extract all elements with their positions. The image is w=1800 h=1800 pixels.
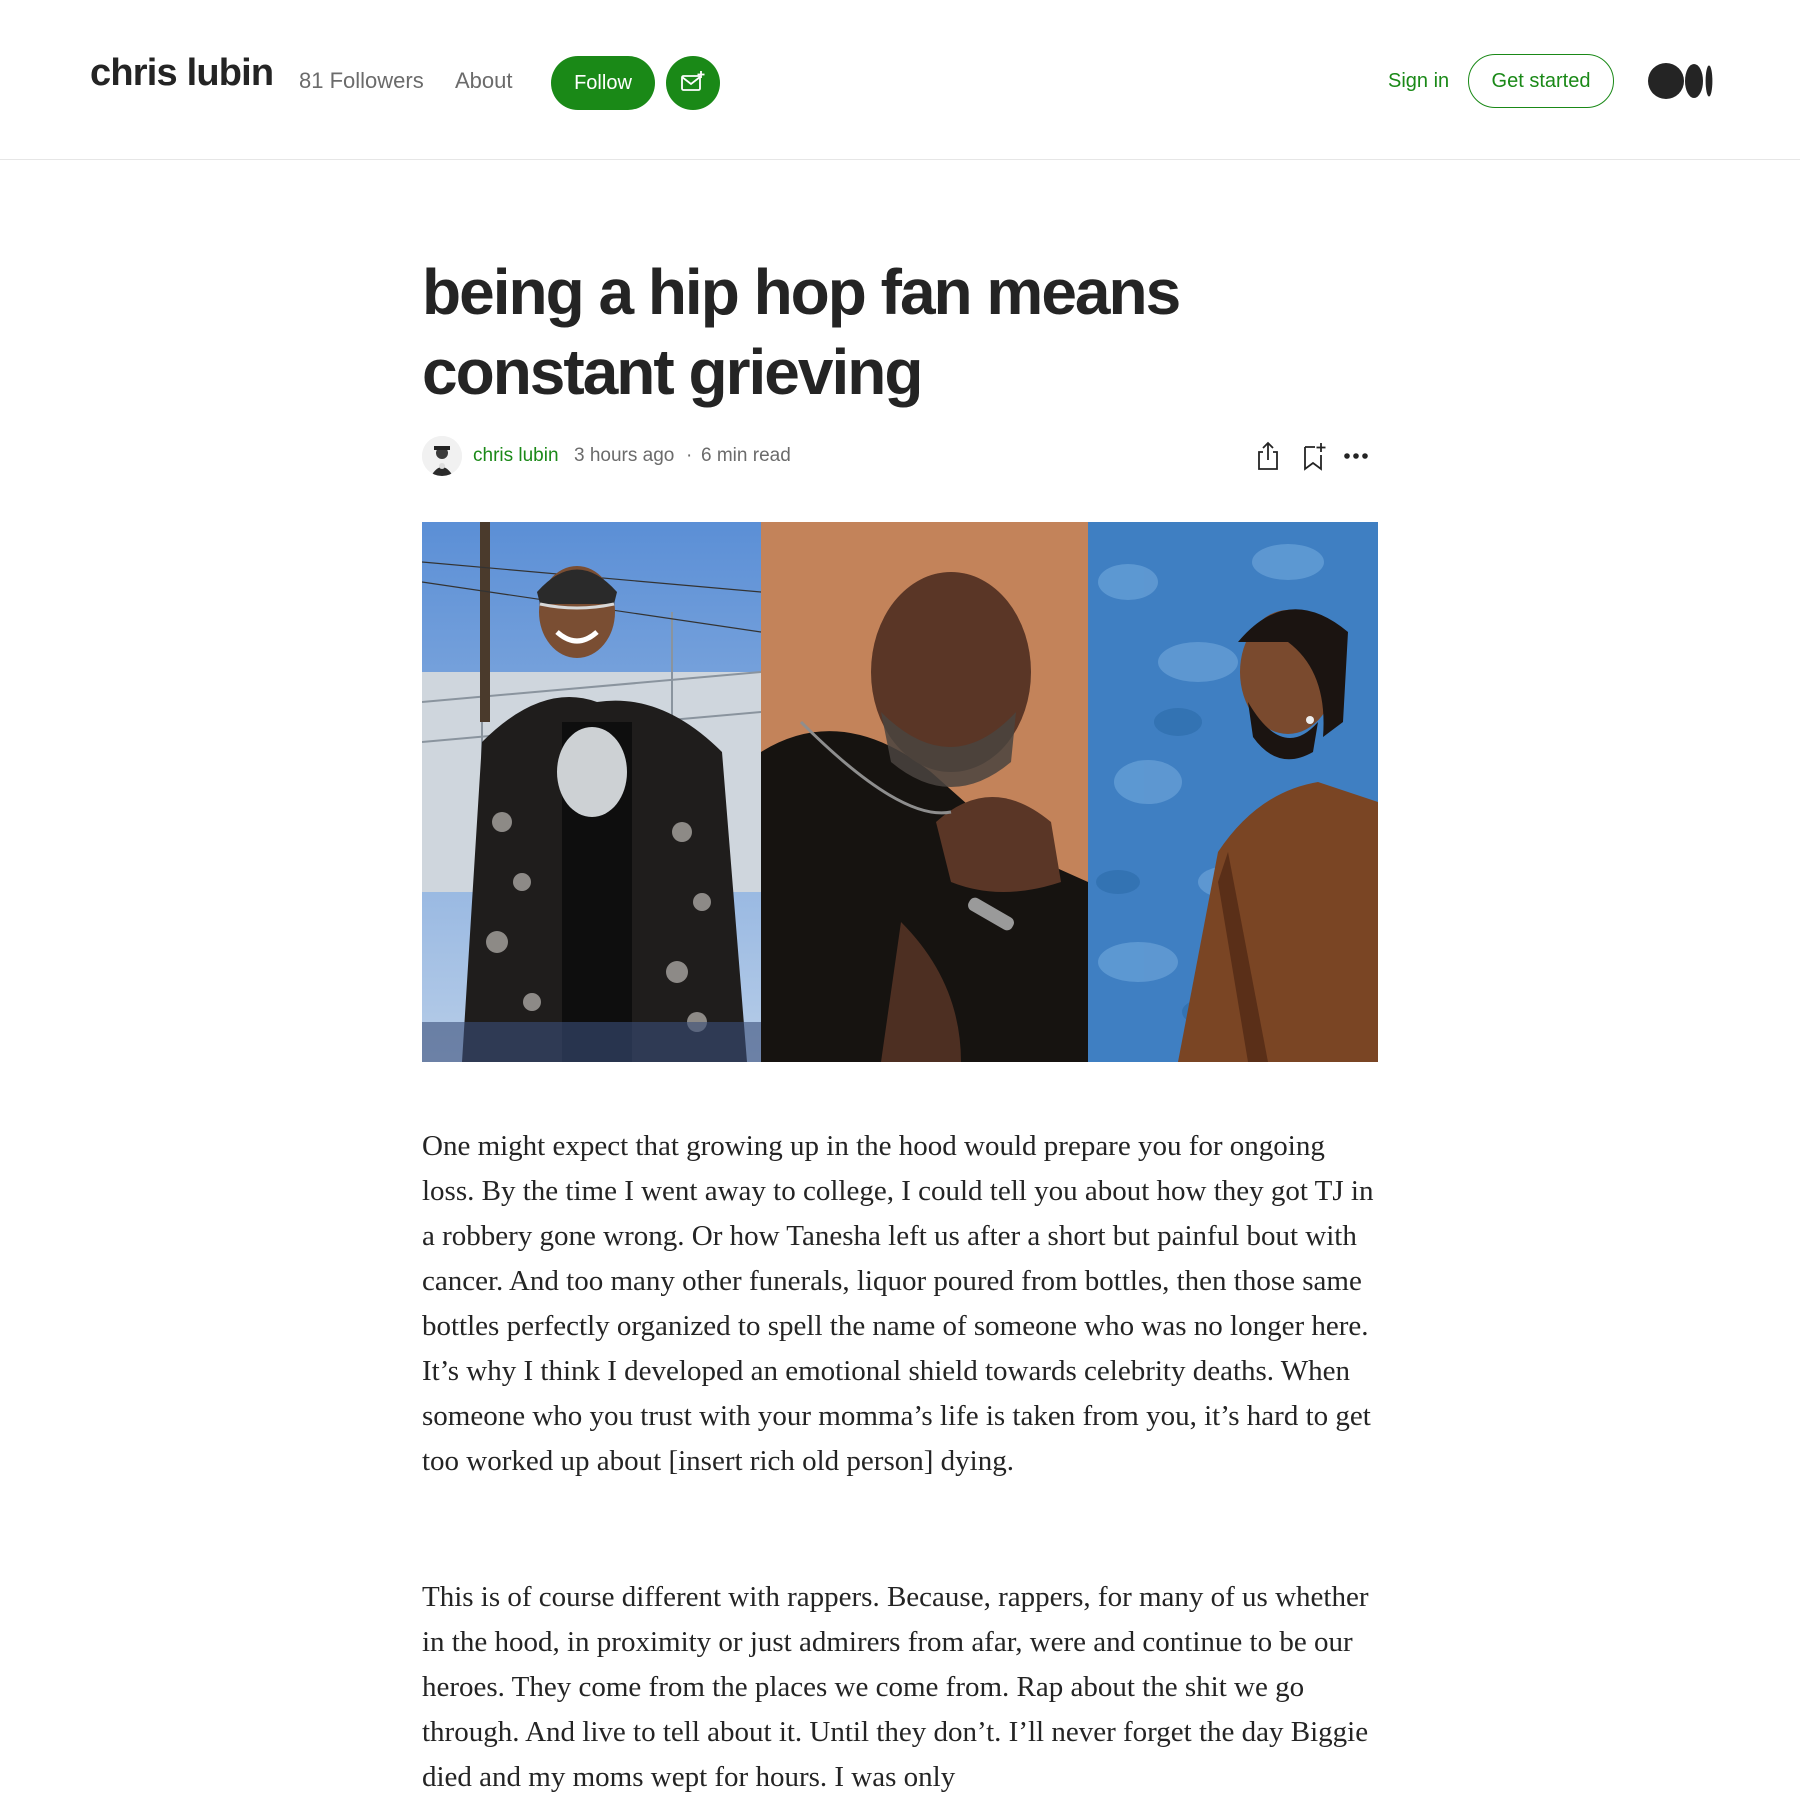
blog-name[interactable]: chris lubin — [90, 52, 274, 95]
author-link[interactable]: chris lubin — [473, 445, 559, 467]
top-header: chris lubin 81 Followers About Follow Si… — [0, 0, 1800, 160]
byline: chris lubin 3 hours ago · 6 min read — [422, 436, 1378, 478]
more-dots-icon — [1344, 453, 1368, 459]
followers-link[interactable]: 81 Followers — [299, 68, 424, 94]
more-button[interactable] — [1340, 440, 1372, 472]
hero-photo-2 — [761, 522, 1088, 1062]
hero-photo-1 — [422, 522, 761, 1062]
published-time: 3 hours ago — [574, 445, 675, 466]
follow-button[interactable]: Follow — [551, 56, 655, 110]
avatar-image — [422, 436, 462, 476]
share-icon — [1258, 441, 1278, 470]
read-time: 6 min read — [701, 445, 791, 466]
bookmark-button[interactable] — [1298, 440, 1330, 472]
get-started-button[interactable]: Get started — [1468, 54, 1614, 108]
meta-separator: · — [686, 445, 693, 466]
article-paragraph-1: One might expect that growing up in the … — [422, 1130, 1374, 1477]
bookmark-add-icon — [1304, 443, 1326, 471]
hero-photo-3 — [1088, 522, 1378, 1062]
sign-in-link[interactable]: Sign in — [1388, 70, 1449, 93]
about-link[interactable]: About — [455, 68, 513, 94]
avatar[interactable] — [422, 436, 462, 476]
share-button[interactable] — [1252, 440, 1284, 472]
hero-image — [422, 522, 1378, 1062]
article-paragraph-2: This is of course different with rappers… — [422, 1581, 1369, 1793]
mail-plus-icon — [681, 71, 705, 91]
article-title: being a hip hop fan means constant griev… — [422, 256, 1181, 408]
medium-logo-icon[interactable] — [1648, 62, 1714, 100]
subscribe-button[interactable] — [666, 56, 720, 110]
